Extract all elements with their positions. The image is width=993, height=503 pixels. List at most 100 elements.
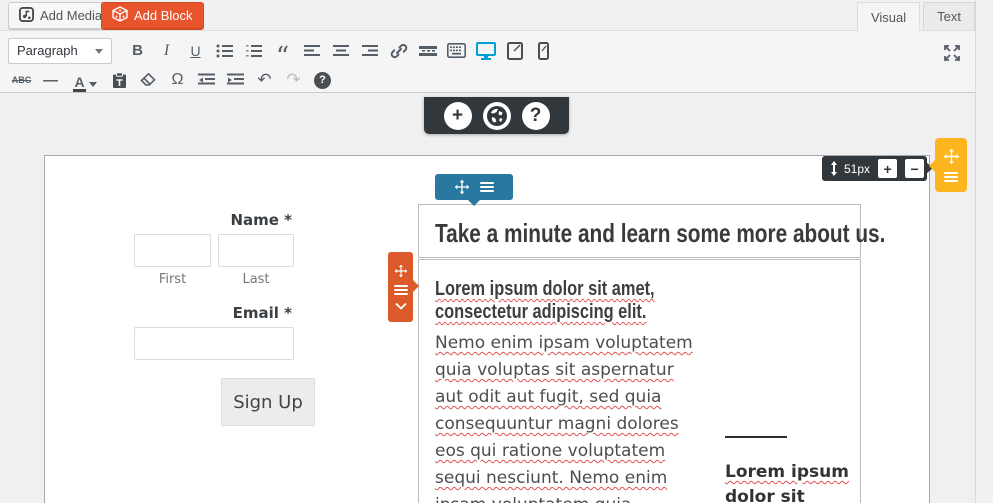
bullet-list-icon xyxy=(216,44,233,57)
signup-button[interactable]: Sign Up xyxy=(221,378,315,426)
decrease-height-button[interactable]: − xyxy=(905,159,925,178)
paragraph-format-select[interactable]: Paragraph xyxy=(8,37,112,64)
bullet-list-button[interactable] xyxy=(211,39,238,63)
numbered-list-icon xyxy=(245,44,262,57)
menu-icon[interactable] xyxy=(393,285,408,295)
block-dice-icon xyxy=(112,6,128,25)
link-icon xyxy=(390,43,407,58)
tab-visual[interactable]: Visual xyxy=(856,2,921,31)
blockquote-button[interactable]: “ xyxy=(269,39,296,70)
wordpress-editor-screen: Add Media Add Block Visual Text Paragrap… xyxy=(0,0,993,503)
expand-icon xyxy=(943,45,960,61)
link-button[interactable] xyxy=(385,39,412,63)
add-media-label: Add Media xyxy=(40,8,103,23)
underline-button[interactable]: U xyxy=(182,39,209,63)
builder-add-button[interactable]: + xyxy=(443,101,472,130)
row-height-tooltip: 51px + − xyxy=(822,156,934,181)
editor-canvas: + ? Name * First Last Email * Sign Up Ta… xyxy=(0,93,975,503)
builder-globe-button[interactable] xyxy=(482,101,511,130)
outdent-icon xyxy=(198,73,215,85)
name-field-label: Name * xyxy=(230,211,292,229)
menu-icon[interactable] xyxy=(944,172,958,182)
column-drag-handle[interactable] xyxy=(435,174,513,206)
builder-toolbar: + ? xyxy=(424,97,569,134)
outdent-button[interactable] xyxy=(193,68,220,92)
move-icon xyxy=(454,179,470,195)
headline-block[interactable]: Take a minute and learn some more about … xyxy=(418,204,885,258)
resize-vertical-icon xyxy=(831,161,837,176)
special-char-button[interactable]: Ω xyxy=(164,68,191,92)
add-block-label: Add Block xyxy=(134,8,193,23)
phone-icon xyxy=(538,41,549,60)
fullscreen-button[interactable] xyxy=(938,41,965,65)
paragraph-select-value: Paragraph xyxy=(17,43,78,58)
indent-button[interactable] xyxy=(222,68,249,92)
media-icon xyxy=(19,6,34,25)
aside-divider xyxy=(725,436,787,438)
monitor-icon xyxy=(475,41,496,60)
undo-button[interactable]: ↶ xyxy=(251,68,278,92)
align-right-button[interactable] xyxy=(356,39,383,63)
add-media-button[interactable]: Add Media xyxy=(8,2,114,29)
lead-paragraph: Lorem ipsum dolor sit amet, consectetur … xyxy=(435,278,655,323)
read-more-button[interactable] xyxy=(414,39,441,63)
text-block[interactable]: Lorem ipsum dolor sit amet, consectetur … xyxy=(418,259,861,503)
page-content-section: Name * First Last Email * Sign Up Take a… xyxy=(44,155,930,503)
numbered-list-button[interactable] xyxy=(240,39,267,63)
chevron-down-icon xyxy=(88,82,97,87)
row-height-value: 51px xyxy=(844,161,871,176)
menu-icon[interactable] xyxy=(480,182,494,192)
add-block-button[interactable]: Add Block xyxy=(101,2,204,29)
increase-height-button[interactable]: + xyxy=(878,159,898,178)
tab-text[interactable]: Text xyxy=(923,2,975,30)
preview-tablet-button[interactable] xyxy=(501,39,528,63)
align-right-icon xyxy=(361,44,378,56)
builder-help-button[interactable]: ? xyxy=(521,101,550,130)
editor-header: Add Media Add Block Visual Text xyxy=(0,0,975,31)
toolbar-row-1: Paragraph B I U “ xyxy=(0,31,975,70)
aside-paragraph: Lorem ipsum dolor sit amet. xyxy=(725,462,849,503)
last-sublabel: Last xyxy=(242,272,270,287)
move-icon xyxy=(943,148,959,165)
chevron-down-icon xyxy=(394,302,407,310)
first-name-input[interactable] xyxy=(134,234,211,267)
align-left-button[interactable] xyxy=(298,39,325,63)
text-color-button[interactable]: A xyxy=(66,68,104,92)
editor-mode-tabs: Visual Text xyxy=(854,2,975,31)
help-icon: ? xyxy=(314,71,331,89)
italic-button[interactable]: I xyxy=(153,39,180,63)
toolbar-toggle-button[interactable] xyxy=(443,39,470,63)
strikethrough-button[interactable]: ABC xyxy=(8,68,35,92)
bold-button[interactable]: B xyxy=(124,39,151,63)
help-button[interactable]: ? xyxy=(309,68,336,92)
chevron-down-icon xyxy=(95,48,103,54)
text-color-a: A xyxy=(73,74,86,92)
last-name-input[interactable] xyxy=(218,234,294,267)
body-paragraph: Nemo enim ipsam voluptatem quia voluptas… xyxy=(435,333,693,503)
horizontal-rule-button[interactable]: — xyxy=(37,68,64,92)
section-title: Take a minute and learn some more about … xyxy=(435,218,886,248)
preview-desktop-button[interactable] xyxy=(472,39,499,63)
redo-button[interactable]: ↷ xyxy=(280,68,307,92)
move-icon xyxy=(394,264,407,278)
scrollbar-track[interactable] xyxy=(975,0,993,503)
align-center-icon xyxy=(332,44,349,56)
read-more-icon xyxy=(418,45,437,56)
indent-icon xyxy=(227,73,244,85)
clear-formatting-button[interactable] xyxy=(135,68,162,92)
align-left-icon xyxy=(303,44,320,56)
align-center-button[interactable] xyxy=(327,39,354,63)
email-field-label: Email * xyxy=(232,304,292,322)
toolbar-row-2: ABC — A Ω ↶ ↷ ? xyxy=(0,65,975,95)
element-drag-handle[interactable] xyxy=(388,252,419,322)
clipboard-icon xyxy=(113,71,126,88)
paste-as-text-button[interactable] xyxy=(106,68,133,92)
preview-phone-button[interactable] xyxy=(530,39,557,63)
tablet-icon xyxy=(506,41,523,60)
email-input[interactable] xyxy=(134,327,294,360)
eraser-icon xyxy=(140,73,156,86)
keyboard-icon xyxy=(447,43,466,58)
row-drag-handle[interactable] xyxy=(929,138,967,192)
globe-icon xyxy=(486,105,507,126)
first-sublabel: First xyxy=(158,272,187,287)
